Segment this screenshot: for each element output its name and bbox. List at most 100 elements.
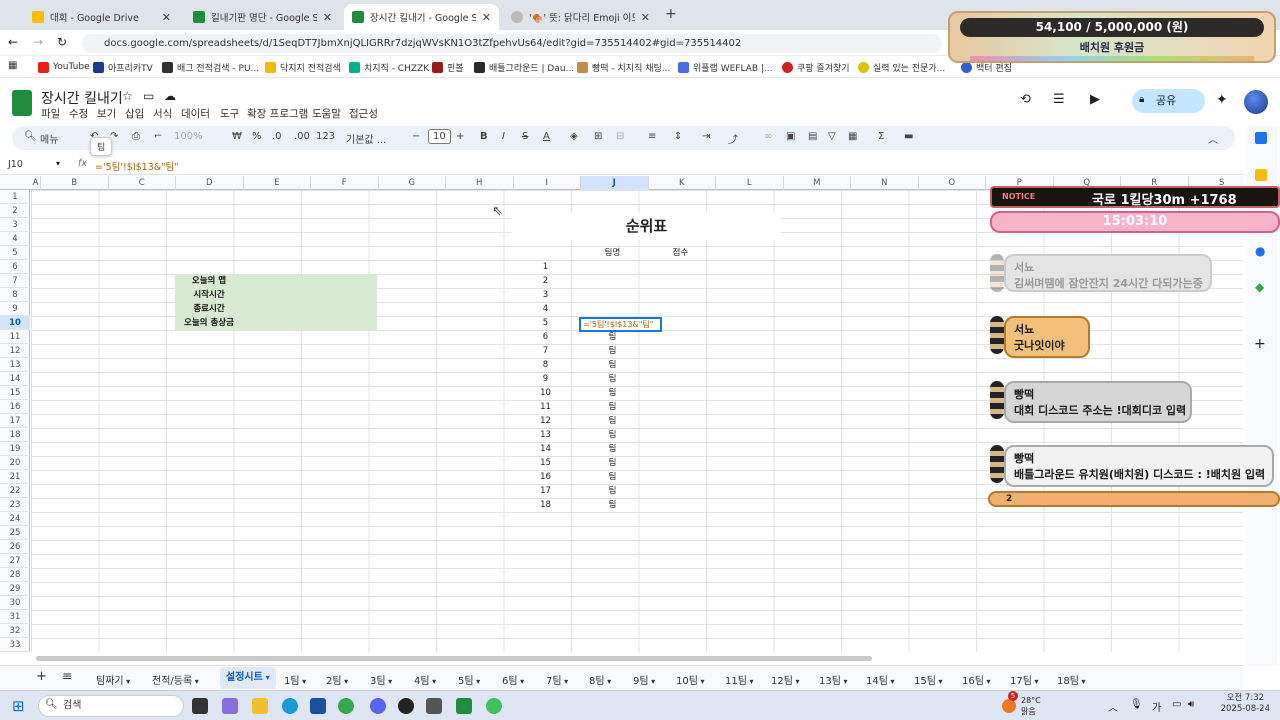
contacts-icon[interactable]: ● [1255,244,1265,258]
input-tools-icon[interactable]: ▬ [904,131,913,142]
rank-cell[interactable]: 9 [512,372,579,386]
menu-tools[interactable]: 도구 [220,106,239,121]
row-header-10[interactable]: 10 [0,316,30,330]
edge-icon[interactable] [282,698,298,714]
url-field[interactable]: docs.google.com/spreadsheets/d/1SeqDT7Jb… [82,34,942,53]
row-header-23[interactable]: 23 [0,498,30,512]
chevron-down-icon[interactable]: ▾ [698,677,704,686]
team-name-cell[interactable]: 팀 [579,428,646,442]
chevron-down-icon[interactable]: ▾ [936,677,942,686]
chevron-down-icon[interactable]: ▾ [1079,677,1085,686]
column-header-d[interactable]: D [176,176,244,190]
row-header-19[interactable]: 19 [0,442,30,456]
add-addon-icon[interactable]: + [1254,336,1266,352]
percent-button[interactable]: % [252,131,262,142]
rank-table-title[interactable]: 순위표 [512,212,781,240]
rank-cell[interactable]: 10 [512,386,579,400]
chevron-down-icon[interactable]: ▾ [518,677,524,686]
row-header-21[interactable]: 21 [0,470,30,484]
menu-view[interactable]: 보기 [97,106,116,121]
chevron-down-icon[interactable]: ▾ [649,677,655,686]
microphone-icon[interactable]: 🎙︎ [1130,699,1143,710]
maps-icon[interactable]: ◆ [1255,280,1264,294]
menu-insert[interactable]: 삽입 [125,106,144,121]
row-header-15[interactable]: 15 [0,386,30,400]
taskbar-search[interactable]: 검색 [38,695,184,717]
label-end-row[interactable]: 종료시간 [175,302,377,316]
column-header-b[interactable]: B [41,176,109,190]
add-sheet-icon[interactable]: + [36,669,47,684]
valign-icon[interactable]: ⇕ [674,131,682,142]
row-header-29[interactable]: 29 [0,582,30,596]
bookmark-weflab[interactable]: 위플랩 WEFLAB |... [678,60,773,74]
chevron-down-icon[interactable]: ▾ [984,677,990,686]
sheet-tab-3[interactable]: 설정시트 ▾ [220,667,276,689]
column-header-c[interactable]: C [109,176,176,190]
new-tab-icon[interactable]: + [665,6,677,22]
team-name-cell[interactable]: 팀 [579,414,646,428]
row-header-18[interactable]: 18 [0,428,30,442]
row-header-5[interactable]: 5 [0,246,30,260]
store-icon[interactable] [310,698,326,714]
row-header-16[interactable]: 16 [0,400,30,414]
column-header-n[interactable]: N [851,176,919,190]
chevron-down-icon[interactable]: ▾ [342,677,348,686]
team-name-cell[interactable]: 팀 [579,344,646,358]
app-icon[interactable] [426,698,442,714]
row-header-32[interactable]: 32 [0,624,30,638]
menu-file[interactable]: 파일 [41,106,60,121]
team-name-cell[interactable]: 팀 [579,386,646,400]
meet-icon[interactable]: ▶ [1090,92,1100,107]
comment-icon[interactable]: ☰ [1053,92,1065,107]
rank-cell[interactable]: 6 [512,330,579,344]
row-header-25[interactable]: 25 [0,526,30,540]
sheets-app-icon[interactable] [456,698,472,714]
column-header-a[interactable]: A [31,176,41,190]
chevron-down-icon[interactable]: ▾ [56,159,60,168]
windows-start-icon[interactable]: ⊞ [12,697,25,715]
insert-comment-icon[interactable]: ▣ [786,131,795,142]
weather-icon[interactable] [1002,699,1016,713]
team-name-cell[interactable]: 팀 [579,456,646,470]
increase-decimal-button[interactable]: .00 [294,131,310,142]
print-icon[interactable]: ⎙ [132,131,140,142]
back-icon[interactable]: ← [8,35,18,49]
sheet-tab-13[interactable]: 10팀 ▾ [676,672,705,687]
chevron-down-icon[interactable]: ▾ [793,677,799,686]
search-icon[interactable]: 🔍︎ [24,131,37,142]
rotate-icon[interactable]: ⤴ [728,131,738,146]
sheet-tab-12[interactable]: 9팀 ▾ [633,672,655,687]
sheet-tab-6[interactable]: 3팀 ▾ [370,672,392,687]
team-name-header[interactable]: 팀명 [579,246,646,260]
name-box[interactable]: J10 [8,159,23,170]
chevron-down-icon[interactable]: ▾ [562,677,568,686]
rank-cell[interactable]: 2 [512,274,579,288]
row-header-20[interactable]: 20 [0,456,30,470]
chevron-down-icon[interactable]: ▾ [263,673,270,682]
sheet-tab-10[interactable]: 7팀 ▾ [546,672,568,687]
filter-icon[interactable]: ▽ [828,131,836,142]
chevron-up-icon[interactable]: ︿ [1108,699,1118,714]
rank-cell[interactable]: 12 [512,414,579,428]
sheet-tab-14[interactable]: 11팀 ▾ [725,672,754,687]
formula-input[interactable]: ='5팀'!$I$13&"팀" [95,159,179,173]
menu-extensions[interactable]: 확장 프로그램 [247,106,308,121]
rank-cell[interactable]: 11 [512,400,579,414]
ime-indicator[interactable]: 가 [1152,699,1161,714]
forward-icon[interactable]: → [33,35,43,49]
sheet-tab-4[interactable]: 1팀 ▾ [284,672,306,687]
row-header-26[interactable]: 26 [0,540,30,554]
chevron-down-icon[interactable]: ▾ [747,677,753,686]
row-header-1[interactable]: 1 [0,190,30,204]
calendar-icon[interactable] [1255,132,1267,144]
bookmark-youtube[interactable]: YouTube [38,60,90,74]
copilot-icon[interactable] [222,698,238,714]
column-header-j[interactable]: J [581,176,649,190]
rank-cell[interactable]: 5 [512,316,579,330]
row-header-27[interactable]: 27 [0,554,30,568]
rank-cell[interactable]: 15 [512,456,579,470]
gemini-icon[interactable]: ✦ [1216,92,1228,108]
row-header-2[interactable]: 2 [0,204,30,218]
close-icon[interactable]: ✕ [323,11,332,24]
menu-help[interactable]: 도움말 [312,106,341,121]
